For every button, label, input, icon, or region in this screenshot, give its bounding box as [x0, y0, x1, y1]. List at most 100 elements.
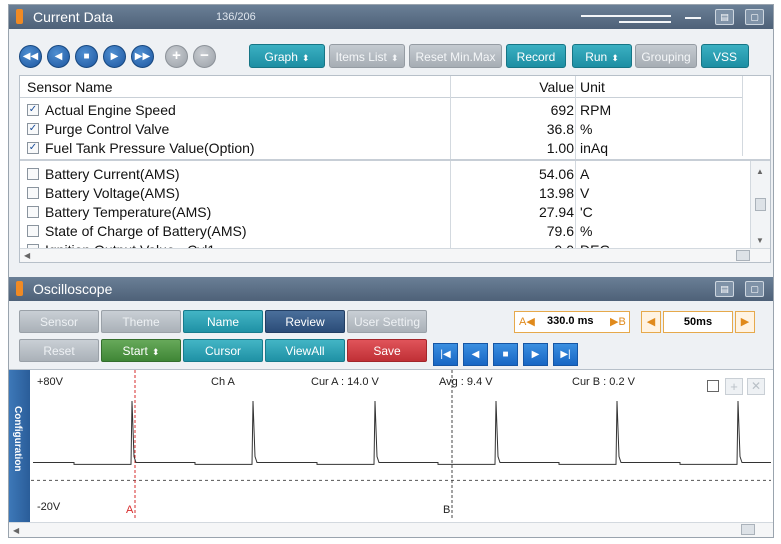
- sensor-value: 27.94: [538, 204, 574, 220]
- table-row[interactable]: State of Charge of Battery(AMS) 79.6 %: [20, 222, 742, 240]
- oscilloscope-plot-area[interactable]: Configuration +80V -20V Ch A Cur A : 14.…: [9, 369, 773, 537]
- fast-forward-icon[interactable]: ▶▶: [131, 45, 154, 68]
- cursor-a-marker: A◀: [519, 316, 535, 328]
- step-forward-icon[interactable]: ▶: [523, 343, 548, 366]
- add-item-button[interactable]: +: [165, 45, 188, 68]
- sensor-value: 36.8: [546, 121, 574, 137]
- scroll-down-icon[interactable]: ▼: [756, 236, 764, 245]
- cursor-b-readout: Cur B : 0.2 V: [572, 376, 635, 388]
- channel-label: Ch A: [211, 376, 235, 388]
- sensor-table: Sensor Name Value Unit ✓ Actual Engine S…: [19, 75, 771, 263]
- record-button[interactable]: Record: [506, 44, 566, 68]
- viewall-button[interactable]: ViewAll: [265, 339, 345, 362]
- sensor-name: Battery Temperature(AMS): [45, 204, 212, 220]
- items-list-button[interactable]: Items List ⬍: [329, 44, 405, 68]
- cursor-b-label: B: [443, 504, 451, 516]
- oscilloscope-titlebar: Oscilloscope ▤ ▢: [9, 277, 773, 301]
- cursor-gap-value: 330.0 ms: [547, 315, 594, 327]
- sensor-name: State of Charge of Battery(AMS): [45, 223, 247, 239]
- reset-button[interactable]: Reset: [19, 339, 99, 362]
- progress-line-2: [619, 21, 671, 23]
- remove-item-button[interactable]: −: [193, 45, 216, 68]
- stop-icon[interactable]: ■: [75, 45, 98, 68]
- sensor-unit: inAq: [580, 140, 609, 156]
- header-sensor-name: Sensor Name: [27, 79, 113, 95]
- scroll-left-icon[interactable]: ◀: [13, 526, 19, 535]
- table-row[interactable]: ✓ Purge Control Valve 36.8 %: [20, 120, 742, 138]
- sensor-unit: %: [580, 121, 593, 137]
- run-button[interactable]: Run ⬍: [572, 44, 632, 68]
- table-row[interactable]: Battery Temperature(AMS) 27.94 'C: [20, 203, 742, 221]
- save-button[interactable]: Save: [347, 339, 427, 362]
- table-vertical-scrollbar[interactable]: ▲ ▼: [750, 161, 770, 249]
- checkbox[interactable]: [27, 225, 39, 237]
- sensor-button[interactable]: Sensor: [19, 310, 99, 333]
- table-horizontal-scrollbar[interactable]: ◀: [20, 248, 770, 262]
- header-value: Value: [539, 79, 574, 95]
- reset-min-max-button[interactable]: Reset Min.Max: [409, 44, 502, 68]
- sensor-unit: RPM: [580, 102, 612, 118]
- group-separator: [20, 159, 770, 161]
- app-window: Current Data 136/206 ▤ ▢ ◀◀ ◀ ■ ▶ ▶▶ + −…: [8, 4, 774, 538]
- jump-start-icon[interactable]: |◀: [433, 343, 458, 366]
- scroll-up-icon[interactable]: ▲: [756, 167, 764, 176]
- zoom-in-icon[interactable]: +: [725, 378, 743, 395]
- checkbox-checked[interactable]: ✓: [27, 142, 39, 154]
- table-row[interactable]: ✓ Actual Engine Speed 692 RPM: [20, 101, 742, 119]
- scroll-left-icon[interactable]: ◀: [24, 251, 30, 260]
- table-row[interactable]: Battery Voltage(AMS) 13.98 V: [20, 184, 742, 202]
- review-button[interactable]: Review: [265, 310, 345, 333]
- checkbox-checked[interactable]: ✓: [27, 123, 39, 135]
- vss-button[interactable]: VSS: [701, 44, 749, 68]
- stop-icon[interactable]: ■: [493, 343, 518, 366]
- checkbox[interactable]: [27, 187, 39, 199]
- maximize-icon[interactable]: ▢: [745, 9, 764, 25]
- user-setting-button[interactable]: User Setting: [347, 310, 427, 333]
- scroll-thumb-horizontal[interactable]: [736, 250, 750, 261]
- sensor-unit: %: [580, 223, 593, 239]
- sensor-value: 692: [550, 102, 574, 118]
- y-max-label: +80V: [37, 376, 63, 388]
- table-row[interactable]: Battery Current(AMS) 54.06 A: [20, 165, 742, 183]
- checkbox[interactable]: [27, 168, 39, 180]
- cursor-a-label: A: [126, 504, 134, 516]
- cursor-button[interactable]: Cursor: [183, 339, 263, 362]
- graph-button[interactable]: Graph ⬍: [249, 44, 325, 68]
- checkbox-checked[interactable]: ✓: [27, 104, 39, 116]
- sensor-unit: V: [580, 185, 590, 201]
- jump-end-icon[interactable]: ▶|: [553, 343, 578, 366]
- column-divider: [742, 76, 743, 156]
- cursor-gap-field[interactable]: A◀ 330.0 ms ▶B: [514, 311, 630, 333]
- scroll-thumb[interactable]: [755, 198, 766, 211]
- start-button[interactable]: Start ⬍: [101, 339, 181, 362]
- graph-window-icon[interactable]: ▤: [715, 9, 734, 25]
- table-row[interactable]: ✓ Fuel Tank Pressure Value(Option) 1.00 …: [20, 139, 742, 157]
- maximize-icon[interactable]: ▢: [745, 281, 764, 297]
- export-window-icon[interactable]: ▤: [715, 281, 734, 297]
- play-icon[interactable]: ▶: [103, 45, 126, 68]
- cursor-a-readout: Cur A : 14.0 V: [311, 376, 379, 388]
- time-division-field[interactable]: 50ms: [663, 311, 733, 333]
- plot-horizontal-scrollbar[interactable]: ◀: [9, 522, 773, 537]
- theme-button[interactable]: Theme: [101, 310, 181, 333]
- minimize-icon[interactable]: [685, 17, 701, 19]
- panel-grip-icon: [16, 281, 23, 296]
- sensor-name: Fuel Tank Pressure Value(Option): [45, 140, 255, 156]
- waveform-trace: [33, 401, 771, 465]
- scroll-thumb-horizontal[interactable]: [741, 524, 755, 535]
- grouping-button[interactable]: Grouping: [635, 44, 697, 68]
- sensor-value: 13.98: [538, 185, 574, 201]
- zoom-reset-icon[interactable]: ✕: [747, 378, 765, 395]
- name-button[interactable]: Name: [183, 310, 263, 333]
- time-increase-icon[interactable]: ▶: [735, 311, 755, 333]
- time-decrease-icon[interactable]: ◀: [641, 311, 661, 333]
- sensor-name: Battery Voltage(AMS): [45, 185, 180, 201]
- rewind-icon[interactable]: ◀◀: [19, 45, 42, 68]
- waveform-chart[interactable]: [9, 370, 773, 522]
- sensor-unit: A: [580, 166, 590, 182]
- step-back-icon[interactable]: ◀: [463, 343, 488, 366]
- checkbox[interactable]: [27, 206, 39, 218]
- item-counter: 136/206: [216, 11, 256, 23]
- overlay-checkbox[interactable]: [707, 380, 719, 392]
- previous-icon[interactable]: ◀: [47, 45, 70, 68]
